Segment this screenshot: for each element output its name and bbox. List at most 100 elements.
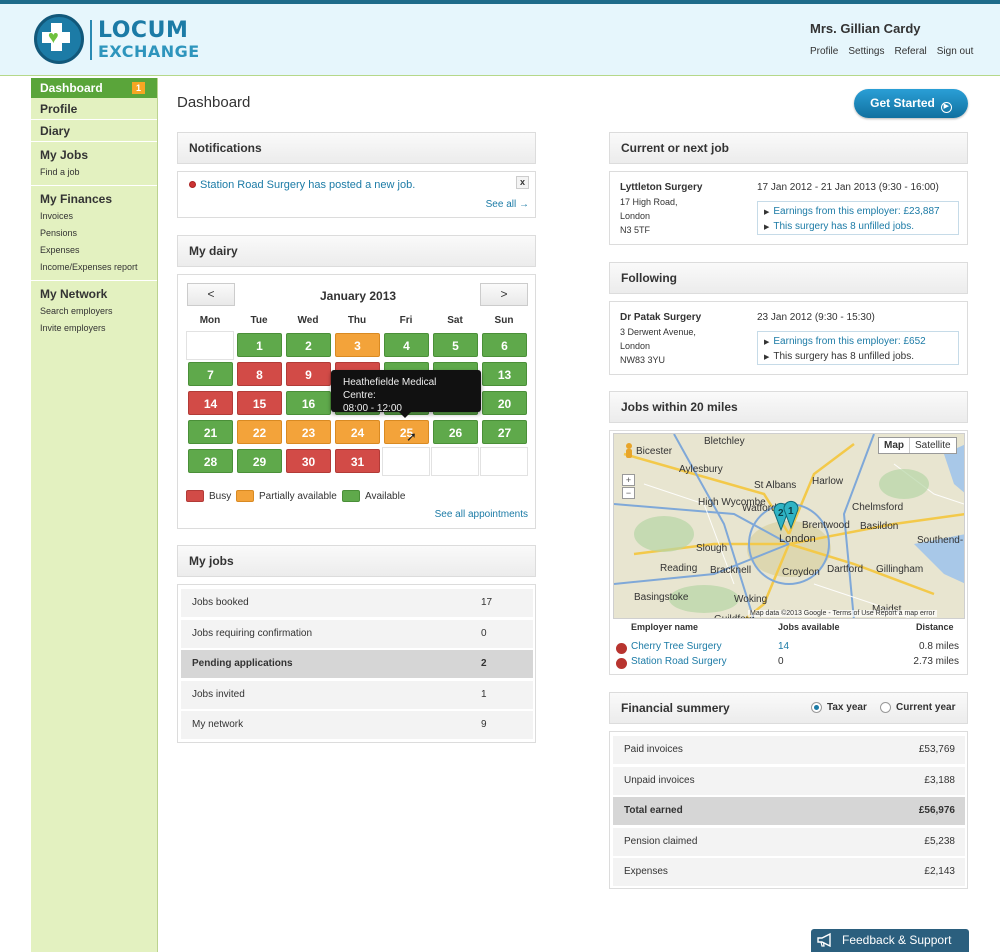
- table-row[interactable]: Pending applications 2: [181, 650, 533, 678]
- unfilled-jobs-link[interactable]: ▶ This surgery has 8 unfilled jobs.: [764, 220, 958, 235]
- radio-tax-year[interactable]: Tax year: [811, 702, 867, 713]
- sidebar-item-find-job[interactable]: Find a job: [31, 164, 157, 181]
- table-row[interactable]: Paid invoices £53,769: [613, 736, 965, 764]
- calendar-day[interactable]: 8: [237, 362, 282, 386]
- employer-name[interactable]: Cherry Tree Surgery: [631, 641, 722, 652]
- table-row[interactable]: Jobs invited 1: [181, 680, 533, 709]
- next-month-button[interactable]: >: [480, 283, 528, 306]
- satellite-view-button[interactable]: Satellite: [910, 438, 956, 453]
- sidebar-group-jobs: My Jobs Find a job: [31, 142, 157, 186]
- jobs-available-header: Jobs available: [778, 622, 840, 632]
- following-unfilled-text: ▶ This surgery has 8 unfilled jobs.: [764, 351, 915, 362]
- see-all-appointments-link[interactable]: See all appointments: [435, 509, 528, 520]
- calendar-day[interactable]: 1: [237, 333, 282, 357]
- row-label: Pension claimed: [624, 835, 698, 847]
- calendar-day[interactable]: 22: [237, 420, 282, 444]
- calendar-day[interactable]: 13: [482, 362, 527, 386]
- link-referal[interactable]: Referal: [895, 46, 927, 57]
- following-employer-name[interactable]: Dr Patak Surgery: [620, 312, 701, 323]
- row-value: 9: [481, 719, 487, 730]
- calendar-day[interactable]: 26: [433, 420, 478, 444]
- diary-header: My dairy: [177, 235, 536, 267]
- logo[interactable]: ♥ LOCUM EXCHANGE: [34, 14, 199, 70]
- link-sign-out[interactable]: Sign out: [937, 46, 974, 57]
- employer-distance: 2.73 miles: [913, 656, 959, 667]
- get-started-button[interactable]: Get Started ▶: [854, 89, 968, 118]
- distance-header: Distance: [916, 622, 954, 632]
- weekday-label: Thu: [347, 315, 367, 326]
- calendar-day[interactable]: 28: [188, 449, 233, 473]
- calendar-day[interactable]: 14: [188, 391, 233, 415]
- link-settings[interactable]: Settings: [848, 46, 884, 57]
- calendar-day[interactable]: 4: [384, 333, 429, 357]
- employer-name[interactable]: Station Road Surgery: [631, 656, 727, 667]
- map-place-label: Chelmsford: [852, 502, 903, 513]
- table-row[interactable]: Pension claimed £5,238: [613, 827, 965, 856]
- calendar-day[interactable]: 6: [482, 333, 527, 357]
- prev-month-button[interactable]: <: [187, 283, 235, 306]
- map-place-label: Watford: [742, 503, 777, 514]
- zoom-out-icon[interactable]: −: [622, 487, 635, 499]
- calendar-day[interactable]: 20: [482, 391, 527, 415]
- calendar-day[interactable]: 27: [482, 420, 527, 444]
- job-address: 17 High Road, London N3 5TF: [620, 197, 678, 235]
- sidebar-item-pensions[interactable]: Pensions: [31, 225, 157, 242]
- row-value: £2,143: [924, 866, 955, 877]
- close-icon[interactable]: x: [516, 176, 529, 189]
- sidebar-item-income-report[interactable]: Income/Expenses report: [31, 259, 157, 276]
- following-earnings-link[interactable]: ▶ Earnings from this employer: £652: [764, 335, 958, 350]
- calendar-day[interactable]: 30: [286, 449, 331, 473]
- calendar-day[interactable]: 16: [286, 391, 331, 415]
- sidebar-item-my-network[interactable]: My Network: [31, 281, 157, 303]
- nearby-jobs-header: Jobs within 20 miles: [609, 391, 968, 423]
- notification-message[interactable]: Station Road Surgery has posted a new jo…: [200, 179, 415, 191]
- sidebar-item-profile[interactable]: Profile: [31, 98, 157, 120]
- sidebar-item-invoices[interactable]: Invoices: [31, 208, 157, 225]
- employer-jobs[interactable]: 14: [778, 641, 789, 652]
- calendar-day[interactable]: 24: [335, 420, 380, 444]
- row-value: 17: [481, 597, 493, 608]
- map[interactable]: Bicester Bletchley Aylesbury St Albans Harlo…: [613, 433, 965, 619]
- sidebar-item-dashboard[interactable]: Dashboard 1: [31, 78, 157, 98]
- map-place-label: Harlow: [812, 476, 844, 487]
- table-row[interactable]: Unpaid invoices £3,188: [613, 766, 965, 795]
- sidebar-item-search-employers[interactable]: Search employers: [31, 303, 157, 320]
- calendar-day[interactable]: 9: [286, 362, 331, 386]
- sidebar-group-network: My Network Search employers Invite emplo…: [31, 281, 157, 337]
- current-job-header: Current or next job: [609, 132, 968, 164]
- top-links: Profile Settings Referal Sign out: [810, 46, 973, 57]
- link-profile[interactable]: Profile: [810, 46, 838, 57]
- sidebar-item-diary[interactable]: Diary: [31, 120, 157, 142]
- calendar-day[interactable]: 31: [335, 449, 380, 473]
- earnings-link[interactable]: ▶ Earnings from this employer: £23,887: [764, 205, 958, 220]
- calendar-day[interactable]: 23: [286, 420, 331, 444]
- sidebar-item-my-finances[interactable]: My Finances: [31, 186, 157, 208]
- calendar-day[interactable]: 5: [433, 333, 478, 357]
- feedback-button[interactable]: Feedback & Support: [811, 929, 969, 952]
- calendar-day[interactable]: 7: [188, 362, 233, 386]
- zoom-in-icon[interactable]: +: [622, 474, 635, 486]
- calendar-day[interactable]: 15: [237, 391, 282, 415]
- sidebar-item-invite-employers[interactable]: Invite employers: [31, 320, 157, 337]
- see-all-notifications-link[interactable]: See all →: [486, 199, 529, 210]
- table-row[interactable]: Jobs requiring confirmation 0: [181, 619, 533, 648]
- table-row[interactable]: Total earned £56,976: [613, 797, 965, 825]
- table-row[interactable]: Jobs booked 17: [181, 589, 533, 617]
- map-view-button[interactable]: Map: [879, 438, 910, 453]
- sidebar-item-my-jobs[interactable]: My Jobs: [31, 142, 157, 164]
- calendar-day[interactable]: 3: [335, 333, 380, 357]
- calendar-day[interactable]: 29: [237, 449, 282, 473]
- pegman-icon[interactable]: [624, 442, 634, 462]
- radio-current-year[interactable]: Current year: [880, 702, 955, 713]
- calendar-day[interactable]: 2: [286, 333, 331, 357]
- map-pin-label: 1: [788, 506, 794, 517]
- map-place-label: Bracknell: [710, 565, 751, 576]
- calendar-empty-cell: [382, 447, 430, 476]
- job-employer-name[interactable]: Lyttleton Surgery: [620, 182, 702, 193]
- following-panel: Dr Patak Surgery 3 Derwent Avenue, Londo…: [609, 301, 968, 375]
- map-credits: Map data ©2013 Google - Terms of Use Rep…: [748, 610, 937, 617]
- sidebar-item-expenses[interactable]: Expenses: [31, 242, 157, 259]
- calendar-day[interactable]: 21: [188, 420, 233, 444]
- table-row[interactable]: My network 9: [181, 711, 533, 739]
- table-row[interactable]: Expenses £2,143: [613, 858, 965, 886]
